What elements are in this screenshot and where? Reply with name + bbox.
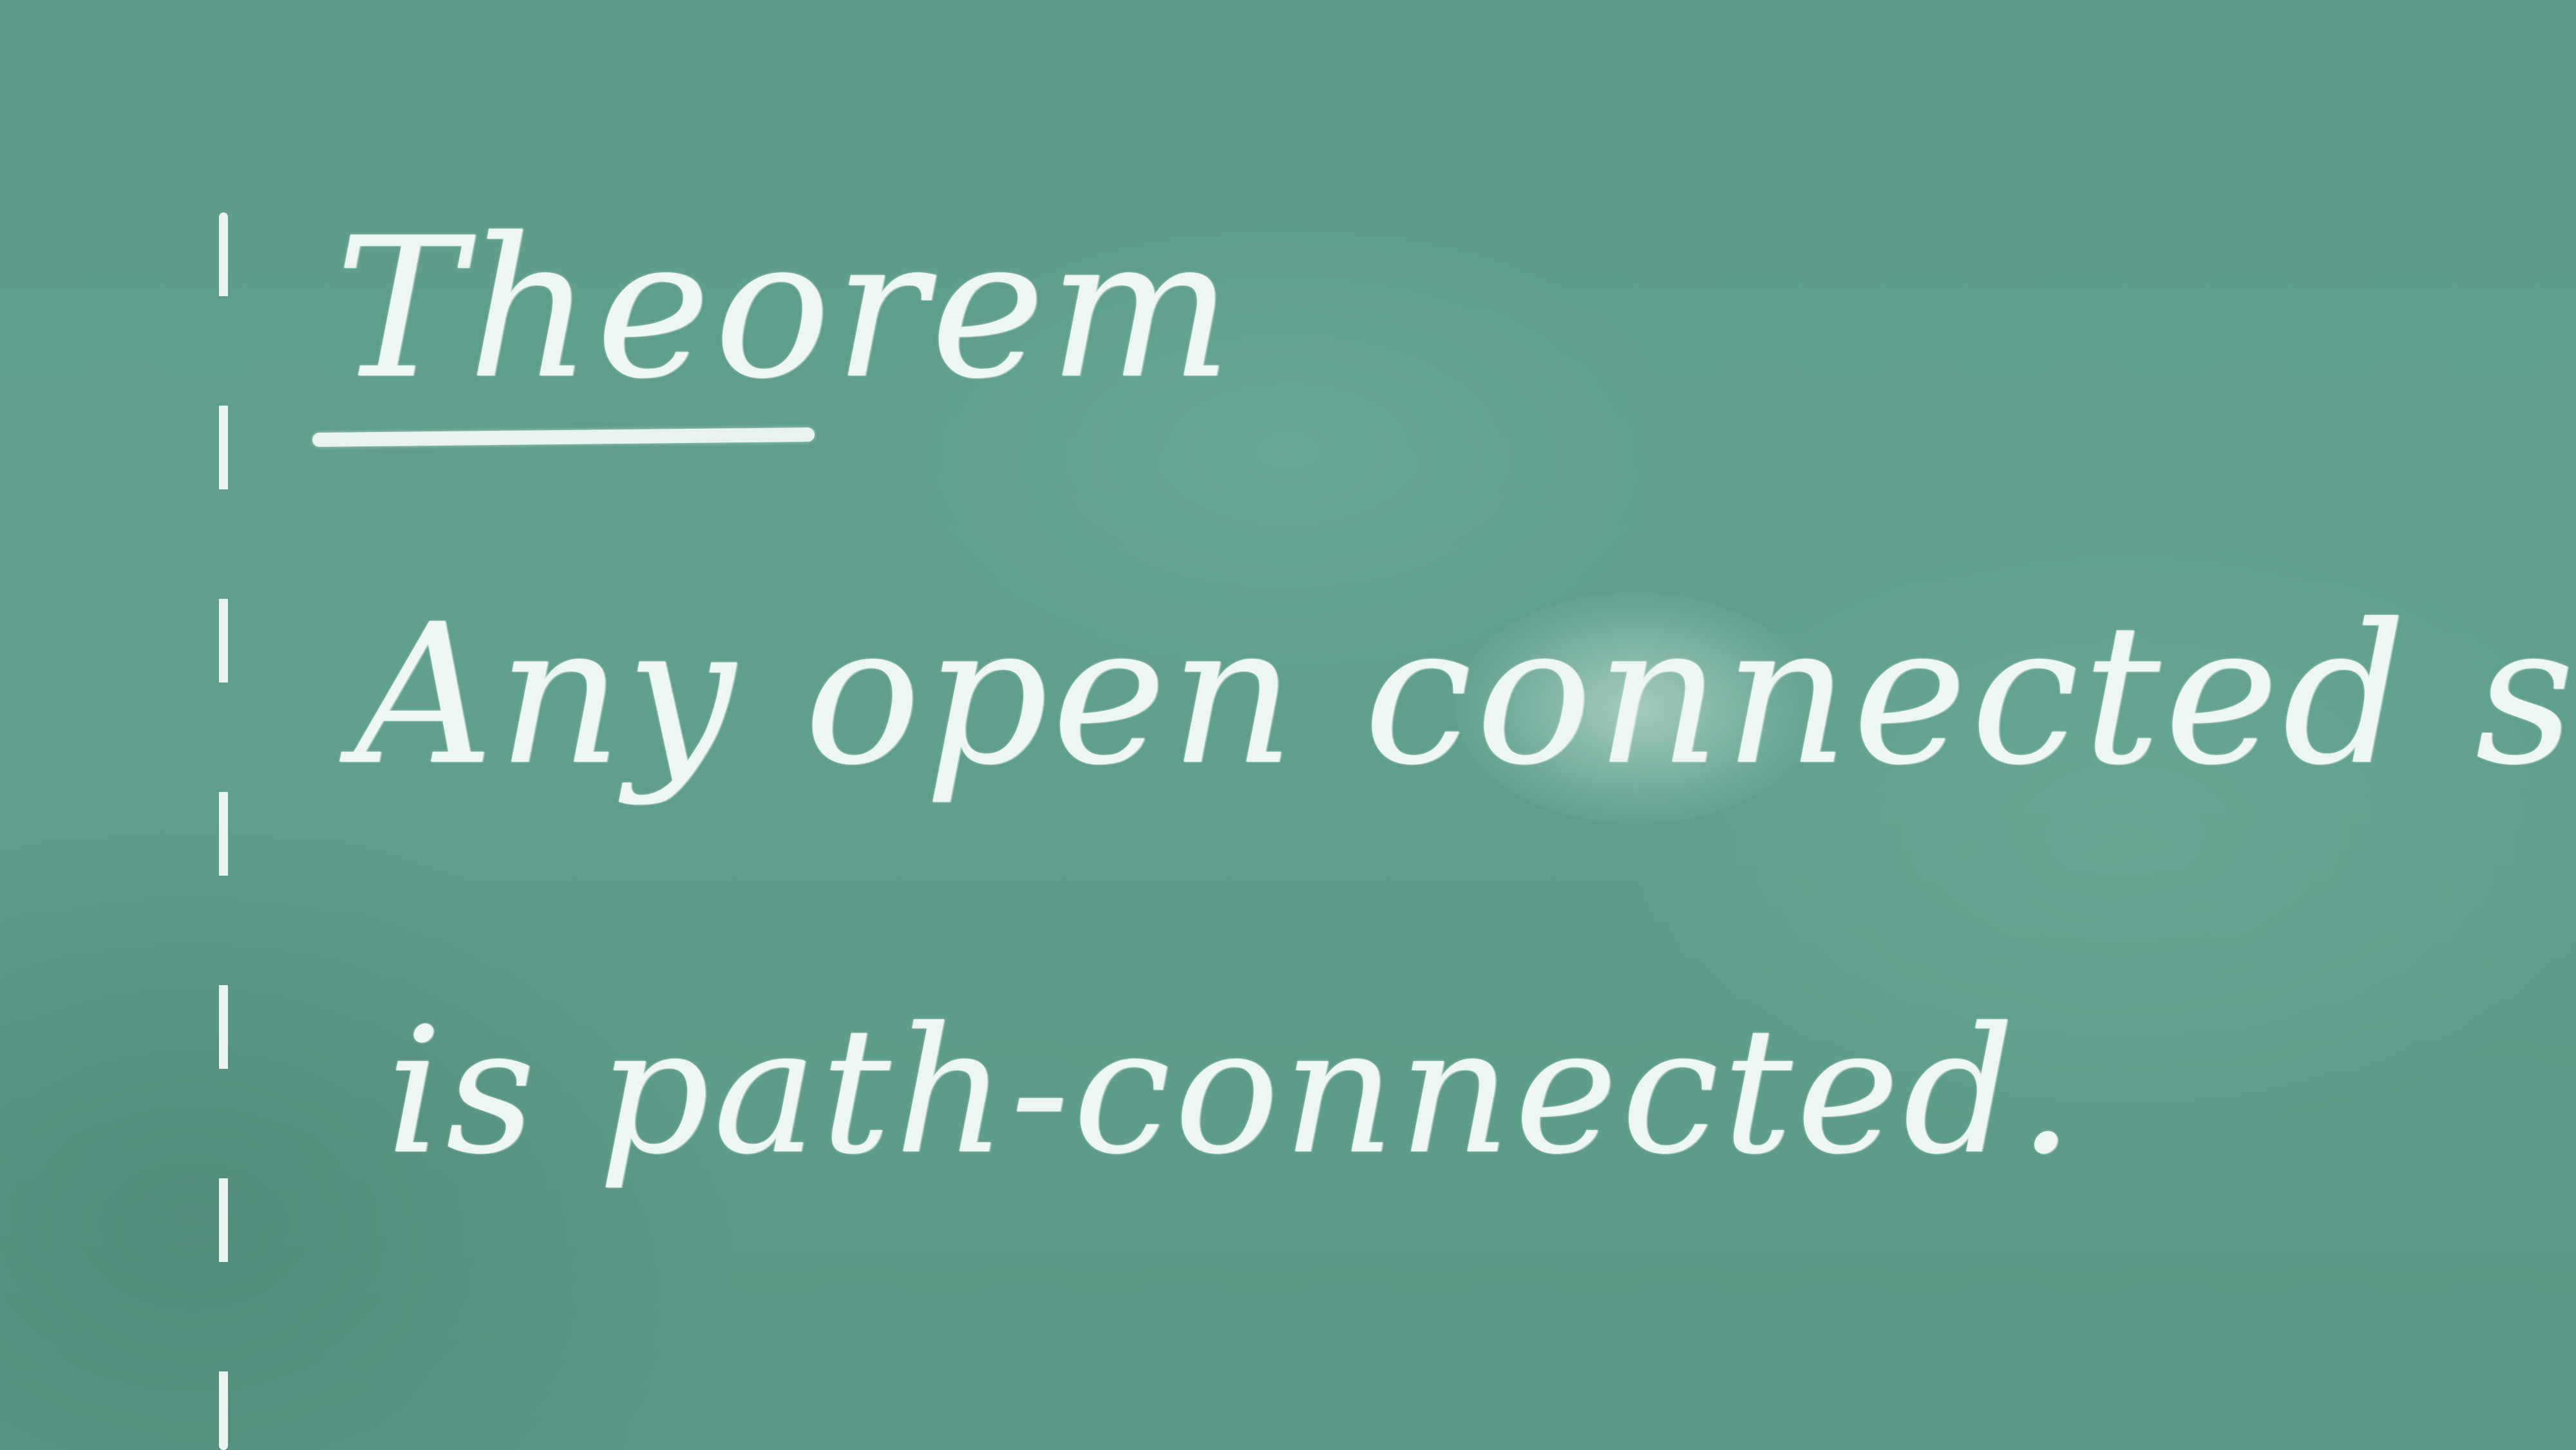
theorem-statement-line-1: Any open connected subset of ℝⁿ. xyxy=(354,583,2576,807)
dashed-divider-line xyxy=(219,212,228,1450)
theorem-statement-line-2: is path-connected. xyxy=(386,990,2078,1192)
theorem-heading: Theorem xyxy=(335,196,1236,421)
heading-underline xyxy=(312,427,815,447)
chalkboard: Theorem Any open connected subset of ℝⁿ.… xyxy=(0,0,2576,1450)
